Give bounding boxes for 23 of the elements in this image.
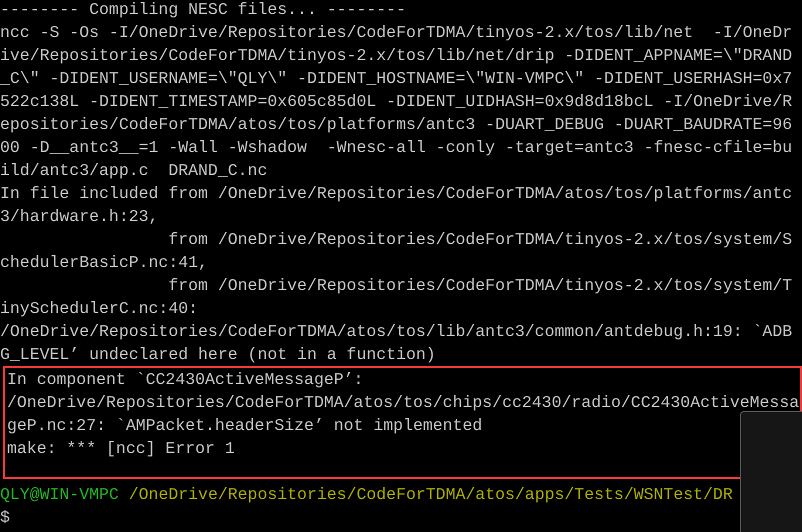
terminal-line: $ [0,507,10,529]
terminal-line: epositories/CodeForTDMA/atos/tos/platforms/antc3 -DUART_DEBUG -DUART_BAUDRATE=96 [0,114,792,136]
terminal-line: /OneDrive/Repositories/CodeForTDMA/atos/tos/chips/cc2430/radio/CC2430ActiveMessa [7,392,800,414]
terminal-line: G_LEVEL’ undeclared here (not in a function) [0,344,436,366]
terminal-line: from /OneDrive/Repositories/CodeForTDMA/tinyos-2.x/tos/system/S [167,229,792,251]
terminal-line: 522c138L -DIDENT_TIMESTAMP=0x605c85d0L -DIDENT_UIDHASH=0x9d8d18bcL -I/OneDrive/R [0,91,792,113]
terminal-line: _C\" -DIDENT_USERNAME=\"QLY\" -DIDENT_HOSTNAME=\"WIN-VMPC\" -DIDENT_USERHASH=0x7 [0,68,792,90]
terminal-line: inySchedulerC.nc:40: [0,298,198,320]
terminal-line: ncc -S -Os -I/OneDrive/Repositories/CodeForTDMA/tinyos-2.x/tos/lib/net -I/OneDr [0,22,792,44]
terminal-line: 3/hardware.h:23, [0,206,158,228]
terminal-line: make: *** [ncc] Error 1 [7,438,235,460]
terminal-line: from /OneDrive/Repositories/CodeForTDMA/tinyos-2.x/tos/system/T [167,275,792,297]
terminal-line: -------- Compiling NESC files... -------- [0,0,406,21]
terminal-line: ive/Repositories/CodeForTDMA/tinyos-2.x/tos/lib/net/drip -DIDENT_APPNAME=\"DRAND [0,45,792,67]
prompt-user: QLY@WIN-VMPC [0,485,119,504]
terminal-line: ild/antc3/app.c DRAND_C.nc [0,160,268,182]
terminal-line: In file included from /OneDrive/Repositories/CodeForTDMA/atos/tos/platforms/antc [0,183,792,205]
prompt-path: /OneDrive/Repositories/CodeForTDMA/atos/apps/Tests/WSNTest/DR [128,485,733,504]
terminal-line: /OneDrive/Repositories/CodeForTDMA/atos/tos/lib/antc3/common/antdebug.h:19: `ADB [0,321,792,343]
terminal-line: geP.nc:27: `AMPacket.headerSize’ not implemented [7,415,482,437]
terminal-line: 00 -D__antc3__=1 -Wall -Wshadow -Wnesc-all -conly -target=antc3 -fnesc-cfile=bu [0,137,792,159]
terminal-line: chedulerBasicP.nc:41, [0,252,208,274]
terminal-line: In component `CC2430ActiveMessageP’: [7,369,364,391]
